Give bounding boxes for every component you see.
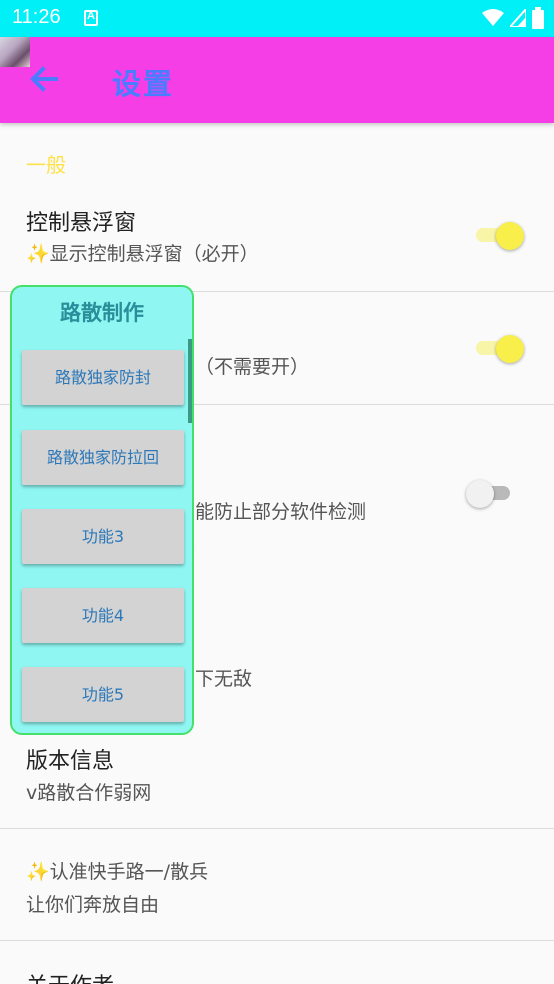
floating-control-panel[interactable]: 路散制作 路散独家防封 路散独家防拉回 功能3 功能4 功能5 (10, 285, 194, 735)
app-bar: 设置 (0, 37, 554, 123)
category-general: 一般 (26, 153, 66, 177)
floating-avatar[interactable] (0, 37, 30, 67)
float-window-title: 控制悬浮窗 (26, 211, 137, 236)
float-window-summary: ✨显示控制悬浮窗（必开） (26, 243, 259, 265)
float-window-switch[interactable] (474, 222, 524, 250)
version-summary: v路散合作弱网 (26, 782, 152, 804)
battery-icon (532, 7, 544, 29)
about-author-title[interactable]: 关于作者 (26, 968, 114, 984)
function4-button[interactable]: 功能4 (22, 588, 184, 643)
divider (0, 940, 554, 941)
item2-summary: 窗（不需要开） (176, 356, 310, 378)
function5-button[interactable]: 功能5 (22, 667, 184, 722)
panel-title: 路散制作 (60, 301, 144, 325)
item3-switch[interactable] (466, 480, 514, 508)
sparkle-icon: ✨ (26, 861, 50, 883)
promo-line1: ✨认准快手路一/散兵 (26, 861, 209, 883)
wifi-icon (482, 9, 504, 26)
function3-button[interactable]: 功能3 (22, 509, 184, 564)
back-arrow-icon[interactable] (28, 63, 60, 95)
status-time: 11:26 (12, 6, 61, 28)
panel-scrollbar[interactable] (188, 339, 192, 423)
status-bar: 11:26 (0, 0, 554, 37)
status-icons (482, 7, 544, 29)
item2-switch[interactable] (474, 335, 524, 363)
notification-app-icon (84, 10, 98, 26)
divider (0, 828, 554, 829)
item3-summary-line1: ，能防止部分软件检测 (176, 501, 367, 523)
page-title: 设置 (112, 67, 175, 101)
version-title: 版本信息 (26, 749, 115, 774)
cellular-signal-icon (510, 9, 526, 27)
anti-pullback-button[interactable]: 路散独家防拉回 (22, 430, 184, 485)
sparkle-icon: ✨ (26, 243, 50, 265)
anti-ban-button[interactable]: 路散独家防封 (22, 350, 184, 405)
promo-line2: 让你们奔放自由 (26, 894, 160, 916)
